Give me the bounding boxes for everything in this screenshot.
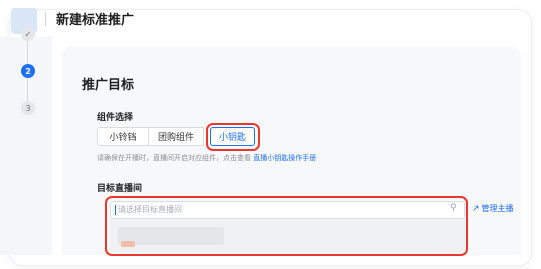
manage-anchor-link[interactable]: ↗ 管理主播 [472, 203, 514, 214]
step-3[interactable]: 3 [21, 101, 35, 115]
step-connector [27, 78, 28, 101]
room-select-highlight [105, 196, 468, 256]
header-divider [45, 12, 46, 26]
tab-group-buy-component[interactable]: 团购组件 [148, 127, 204, 146]
tab-bell-component[interactable]: 小铃铛 [97, 127, 149, 146]
step-2-active[interactable]: 2 [21, 64, 35, 78]
key-tab-highlight [206, 123, 260, 151]
hint-text: 请确保在开播时，直播间开启对应组件，点击查看 [97, 154, 254, 162]
page-title: 新建标准推广 [56, 13, 135, 28]
step-1-check-icon[interactable]: ✓ [21, 27, 35, 41]
step-connector [27, 41, 28, 64]
room-label: 目标直播间 [97, 184, 143, 194]
manage-anchor-label: 管理主播 [481, 204, 514, 213]
section-title: 推广目标 [82, 78, 135, 93]
manual-link[interactable]: 直播小钥匙操作手册 [253, 154, 316, 162]
component-hint: 请确保在开播时，直播间开启对应组件，点击查看 直播小钥匙操作手册 [97, 153, 316, 163]
component-label: 组件选择 [97, 113, 134, 123]
external-link-icon: ↗ [472, 203, 480, 214]
